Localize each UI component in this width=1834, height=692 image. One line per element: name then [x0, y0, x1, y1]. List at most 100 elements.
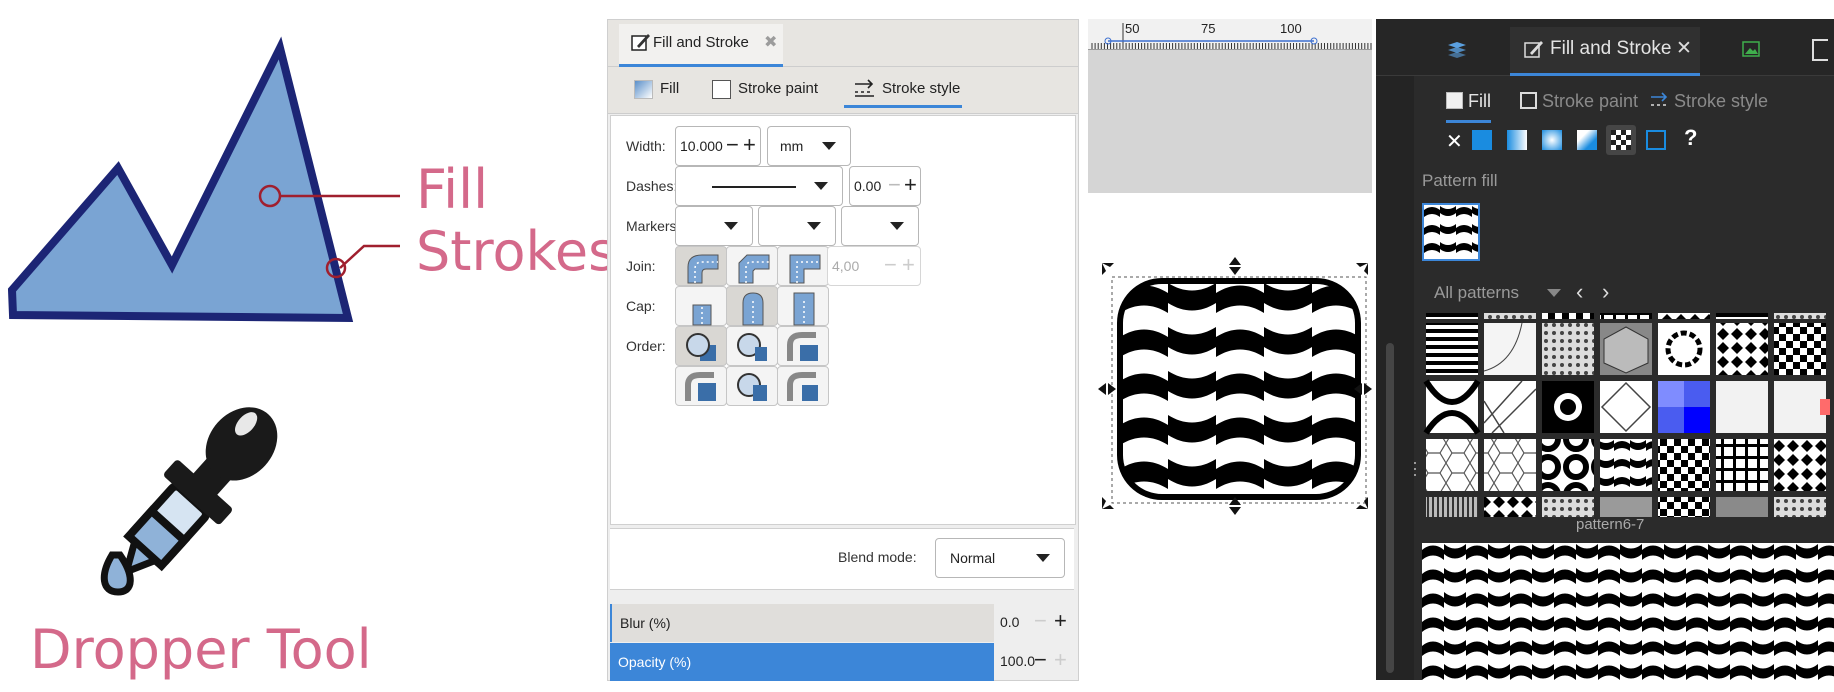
close-icon[interactable]: ✖ — [764, 24, 777, 62]
width-unit-select[interactable]: mm — [767, 126, 851, 166]
order-fill-markers-stroke-button[interactable] — [777, 326, 829, 366]
end-marker-select[interactable] — [841, 206, 919, 246]
blend-mode-select[interactable]: Normal — [935, 538, 1065, 578]
blend-mode-value: Normal — [950, 550, 996, 566]
dock-scrollbar[interactable] — [1386, 343, 1394, 673]
chevron-down-icon[interactable] — [1547, 289, 1561, 297]
markers-label: Markers: — [626, 218, 681, 234]
chevron-down-icon — [807, 222, 821, 230]
selected-pattern-name: pattern6-7 — [1576, 516, 1645, 533]
dark-tab-label: Fill and Stroke — [1550, 38, 1672, 59]
mountain-shape — [7, 36, 354, 323]
width-decrement[interactable]: − — [726, 134, 739, 156]
pattern-category-value: All patterns — [1434, 283, 1520, 302]
dash-pattern-preview — [712, 186, 796, 188]
fill-stroke-icon — [1524, 41, 1543, 58]
previous-category-icon[interactable]: ‹ — [1576, 279, 1583, 305]
join-round-icon — [687, 254, 719, 284]
mid-marker-select[interactable] — [758, 206, 836, 246]
stroke-style-icon — [855, 79, 874, 97]
cap-label: Cap: — [626, 298, 656, 314]
fill-stroke-doc-tab[interactable]: Fill and Stroke ✖ — [619, 24, 783, 67]
opacity-slider[interactable]: Opacity (%) — [610, 643, 994, 681]
width-increment[interactable]: + — [743, 134, 756, 156]
join-round-button[interactable] — [675, 246, 727, 286]
order-stroke-fill-markers-button[interactable] — [726, 326, 778, 366]
dock-handle-strip: · · · — [1376, 19, 1418, 680]
cap-butt-icon — [692, 304, 712, 326]
cap-butt-button[interactable] — [675, 286, 727, 326]
dark-tab-stroke-paint[interactable]: Stroke paint — [1520, 79, 1638, 123]
close-icon[interactable]: ✕ — [1676, 27, 1692, 71]
layers-icon[interactable] — [1446, 41, 1468, 59]
blur-increment[interactable]: + — [1054, 610, 1067, 632]
horizontal-ruler[interactable]: 50 75 100 — [1088, 19, 1372, 50]
join-bevel-button[interactable] — [726, 246, 778, 286]
selected-pattern-object[interactable] — [1098, 255, 1372, 517]
width-unit-value: mm — [780, 138, 804, 154]
pattern-category-select[interactable]: All patterns — [1434, 283, 1519, 303]
overflow-tab-icon[interactable] — [1812, 39, 1828, 61]
fill-radial-gradient-button[interactable] — [1542, 130, 1562, 150]
blur-value: 0.0 — [1000, 614, 1020, 630]
dash-pattern-select[interactable] — [675, 166, 843, 206]
pattern-row-1 — [1426, 322, 1826, 375]
tab-fill[interactable]: Fill — [634, 67, 704, 111]
fill-mesh-gradient-button[interactable] — [1577, 130, 1597, 150]
tab-stroke-style[interactable]: Stroke style — [844, 67, 962, 108]
dock-grip-icon[interactable]: · · · — [1412, 453, 1418, 483]
blur-label: Blur (%) — [620, 615, 671, 631]
miter-limit-increment[interactable]: + — [902, 254, 915, 276]
order-stroke-markers-fill-button[interactable] — [777, 366, 829, 406]
blur-slider[interactable]: Blur (%) — [610, 604, 994, 642]
dash-offset-spinbox[interactable]: 0.00 − + — [849, 166, 921, 206]
image-icon[interactable] — [1742, 41, 1760, 57]
chevron-down-icon — [724, 222, 738, 230]
order-markers-fill-stroke-button[interactable] — [675, 366, 727, 406]
cap-round-icon — [742, 292, 764, 326]
fill-linear-gradient-button[interactable] — [1507, 130, 1527, 150]
fill-unset-button[interactable]: ? — [1684, 125, 1697, 151]
dark-tab-stroke-style[interactable]: Stroke style — [1650, 79, 1768, 123]
fill-stroke-dialog-light: Fill and Stroke ✖ Fill Stroke paint Stro… — [607, 19, 1079, 681]
miter-limit-decrement[interactable]: − — [884, 254, 897, 276]
start-marker-select[interactable] — [675, 206, 753, 246]
pattern-fill-label: Pattern fill — [1422, 171, 1498, 190]
dark-tab-stroke-style-label: Stroke style — [1674, 91, 1769, 111]
paint-order-icon — [686, 333, 716, 361]
fill-stroke-tabs: Fill Stroke paint Stroke style — [608, 67, 1078, 114]
opacity-increment[interactable]: + — [1054, 649, 1067, 671]
fill-none-button[interactable]: ✕ — [1446, 129, 1463, 154]
stroke-pointer-line — [339, 244, 400, 269]
dark-tab-fill[interactable]: Fill — [1446, 79, 1491, 123]
dark-fill-stroke-tab[interactable]: Fill and Stroke ✕ — [1510, 27, 1700, 76]
width-spinbox[interactable]: 10.000 − + — [675, 126, 761, 166]
cap-square-button[interactable] — [777, 286, 829, 326]
tab-stroke-paint[interactable]: Stroke paint — [712, 67, 822, 111]
width-value: 10.000 — [680, 138, 723, 154]
dash-offset-decrement[interactable]: − — [888, 174, 901, 196]
blur-decrement[interactable]: − — [1034, 610, 1047, 632]
current-pattern-preview[interactable] — [1422, 203, 1480, 261]
join-miter-button[interactable] — [777, 246, 829, 286]
pattern-row-4 — [1426, 497, 1826, 517]
width-label: Width: — [626, 138, 666, 154]
paint-order-icon — [685, 372, 716, 401]
pattern-row-2 — [1423, 379, 1830, 435]
dropper-icon — [100, 407, 278, 596]
next-category-icon[interactable]: › — [1602, 279, 1609, 305]
fill-swatch-icon — [634, 80, 653, 99]
fill-swatch-icon — [1446, 92, 1463, 109]
miter-limit-spinbox[interactable]: 4,00 − + — [827, 246, 921, 286]
fill-pattern-button[interactable] — [1606, 125, 1636, 155]
fill-flat-button[interactable] — [1472, 130, 1492, 150]
opacity-decrement[interactable]: − — [1034, 649, 1047, 671]
cap-round-button[interactable] — [726, 286, 778, 326]
dark-tabbar: Fill and Stroke ✕ — [1376, 19, 1834, 76]
dashes-label: Dashes: — [626, 178, 678, 194]
fill-swatch-button[interactable] — [1646, 130, 1666, 150]
opacity-value: 100.0 — [1000, 653, 1036, 669]
order-fill-stroke-markers-button[interactable] — [675, 326, 727, 366]
dash-offset-increment[interactable]: + — [904, 174, 917, 196]
order-markers-stroke-fill-button[interactable] — [726, 366, 778, 406]
